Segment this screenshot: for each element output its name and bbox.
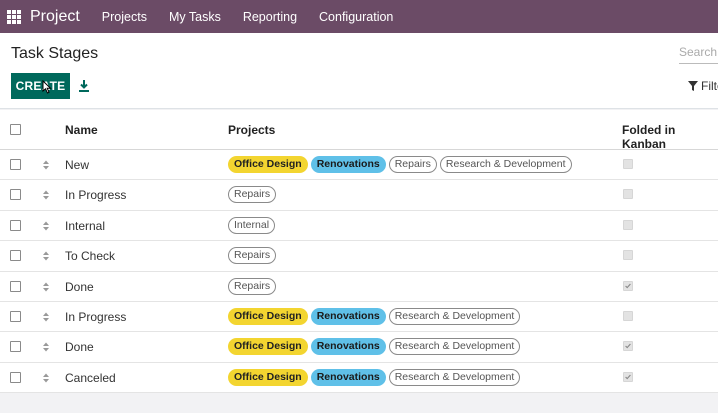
projects-cell: Office Design Renovations Research & Devel… xyxy=(228,368,523,386)
app-brand[interactable]: Project xyxy=(30,8,80,26)
search-input[interactable] xyxy=(679,42,718,62)
drag-handle-icon[interactable] xyxy=(42,311,50,323)
projects-cell: Internal xyxy=(228,216,278,234)
mouse-cursor-icon xyxy=(42,80,52,94)
stages-table: Name Projects Folded in Kanban New Office… xyxy=(0,110,718,394)
drag-handle-icon[interactable] xyxy=(42,189,50,201)
folded-checkbox xyxy=(623,371,633,382)
row-select-checkbox[interactable] xyxy=(10,310,21,322)
drag-handle-icon[interactable] xyxy=(42,250,50,262)
table-row[interactable]: In Progress Office Design Renovations Resea… xyxy=(0,302,718,333)
create-button[interactable]: CREATE xyxy=(11,73,70,99)
stage-name: Internal xyxy=(65,218,106,233)
drag-handle-icon[interactable] xyxy=(42,372,50,384)
stage-name: To Check xyxy=(65,249,116,264)
select-all-checkbox[interactable] xyxy=(10,124,21,135)
folded-checkbox xyxy=(623,159,633,169)
filters-label: Filters xyxy=(701,79,718,93)
project-tag: Repairs xyxy=(228,277,277,295)
drag-handle-icon[interactable] xyxy=(42,220,50,232)
project-tag: Research & Development xyxy=(388,307,521,325)
table-row[interactable]: In Progress Repairs xyxy=(0,180,718,211)
column-header-folded[interactable]: Folded in Kanban xyxy=(622,123,718,151)
project-tag: Renovations xyxy=(310,338,386,356)
folded-checkbox xyxy=(623,189,633,200)
download-icon[interactable] xyxy=(78,79,90,93)
project-tag: Renovations xyxy=(310,368,386,386)
stage-name: In Progress xyxy=(65,188,127,203)
folded-checkbox xyxy=(623,219,633,230)
drag-handle-icon[interactable] xyxy=(42,341,50,353)
table-row[interactable]: Done Office Design Renovations Research & D… xyxy=(0,332,718,363)
table-header: Name Projects Folded in Kanban xyxy=(0,110,718,151)
project-tag: Internal xyxy=(228,216,276,234)
project-tag: Renovations xyxy=(310,307,386,325)
project-tag: Office Design xyxy=(228,307,308,325)
projects-cell: Office Design Renovations Repairs Research … xyxy=(228,156,575,173)
drag-handle-icon[interactable] xyxy=(42,281,50,293)
projects-cell: Office Design Renovations Research & Devel… xyxy=(228,307,523,325)
table-row[interactable]: To Check Repairs xyxy=(0,241,718,272)
table-row[interactable]: Internal Internal xyxy=(0,211,718,242)
projects-cell: Repairs xyxy=(228,277,279,295)
stage-name: Canceled xyxy=(65,370,116,385)
nav-projects[interactable]: Projects xyxy=(102,10,147,24)
row-select-checkbox[interactable] xyxy=(10,341,21,353)
project-tag: Research & Development xyxy=(439,156,572,173)
folded-checkbox xyxy=(623,250,633,261)
projects-cell: Repairs xyxy=(228,247,279,265)
project-tag: Repairs xyxy=(388,156,437,173)
projects-cell: Office Design Renovations Research & Devel… xyxy=(228,338,523,356)
apps-grid-icon[interactable] xyxy=(7,9,21,24)
row-select-checkbox[interactable] xyxy=(10,159,21,170)
column-header-projects[interactable]: Projects xyxy=(228,123,275,137)
table-row[interactable]: Done Repairs xyxy=(0,272,718,302)
nav-reporting[interactable]: Reporting xyxy=(243,10,297,24)
nav-configuration[interactable]: Configuration xyxy=(319,10,393,24)
project-tag: Research & Development xyxy=(388,368,521,386)
check-icon xyxy=(625,374,631,380)
stage-name: Done xyxy=(65,340,94,355)
filter-icon xyxy=(688,81,698,91)
folded-checkbox xyxy=(623,280,633,291)
project-tag: Office Design xyxy=(228,338,308,356)
row-select-checkbox[interactable] xyxy=(10,219,21,231)
project-tag: Office Design xyxy=(228,156,308,173)
stage-name: In Progress xyxy=(65,309,127,324)
project-tag: Repairs xyxy=(228,186,277,204)
filters-button[interactable]: Filters xyxy=(688,79,718,93)
check-icon xyxy=(625,343,631,349)
top-navbar: Project Projects My Tasks Reporting Conf… xyxy=(0,0,718,33)
project-tag: Research & Development xyxy=(388,338,521,356)
projects-cell: Repairs xyxy=(228,186,279,204)
table-row[interactable]: Canceled Office Design Renovations Research… xyxy=(0,363,718,394)
control-panel: Task Stages CREATE Filters xyxy=(0,33,718,109)
column-header-name[interactable]: Name xyxy=(65,123,98,137)
search-box xyxy=(679,42,718,64)
row-select-checkbox[interactable] xyxy=(10,371,21,383)
row-select-checkbox[interactable] xyxy=(10,189,21,201)
page-title: Task Stages xyxy=(11,45,99,62)
nav-my-tasks[interactable]: My Tasks xyxy=(169,10,221,24)
check-icon xyxy=(625,283,631,288)
project-tag: Repairs xyxy=(228,247,277,265)
stage-name: New xyxy=(65,158,90,172)
stage-name: Done xyxy=(65,279,94,294)
drag-handle-icon[interactable] xyxy=(42,159,50,171)
row-select-checkbox[interactable] xyxy=(10,280,21,292)
table-row[interactable]: New Office Design Renovations Repairs Resear… xyxy=(0,150,718,181)
folded-checkbox xyxy=(623,310,633,321)
row-select-checkbox[interactable] xyxy=(10,250,21,262)
project-tag: Office Design xyxy=(228,368,308,386)
folded-checkbox xyxy=(623,341,633,352)
project-tag: Renovations xyxy=(310,156,386,173)
